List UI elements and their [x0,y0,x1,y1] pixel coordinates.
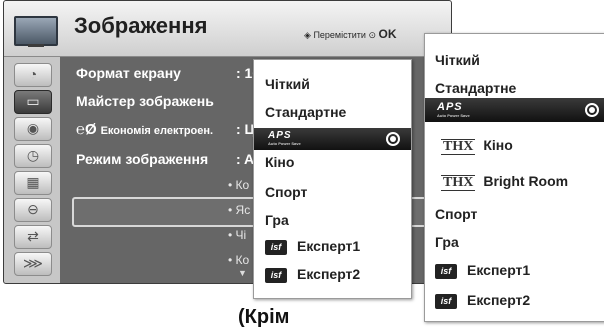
expert2-label: Експерт2 [297,266,361,282]
picture-mode-dropdown-thx: Чіткий Стандартне APS Auto Power Save THX… [424,33,604,322]
thx-mode-option-expert2[interactable]: isf Експерт2 [425,292,604,314]
thx-mode-option-expert1[interactable]: isf Експерт1 [425,262,604,284]
thx-mode-option-sport[interactable]: Спорт [425,206,604,228]
menu-header: Зображення ◈ Перемістити ⊙ OK [4,1,451,57]
energy-saving-row[interactable]: ℮Ø Економія електроен. : Ци [76,121,263,138]
radio-selected-icon [386,132,400,146]
aps-logo: APS Auto Power Save [437,101,470,118]
navigation-hint: ◈ Перемістити ⊙ OK [304,27,397,41]
mode-option-expert1[interactable]: isf Експерт1 [254,238,411,260]
lock-icon[interactable]: ⊖ [14,198,52,222]
picture-mode-row[interactable]: Режим зображення : A [76,151,254,167]
thx-expert1-label: Експерт1 [467,262,531,278]
page-title: Зображення [74,13,208,38]
thx-mode-option-game[interactable]: Гра [425,234,604,256]
sub-item-1[interactable]: • Ко [228,178,249,192]
mode-option-aps[interactable]: APS Auto Power Save [254,128,411,150]
thx-cinema-label: Кіно [483,137,513,153]
isf-logo-icon: isf [435,293,457,309]
isf-logo-icon: isf [265,267,287,283]
isf-logo-icon: isf [265,239,287,255]
mode-option-expert2[interactable]: isf Експерт2 [254,266,411,288]
screen-format-row[interactable]: Формат екрану : 16: [76,65,265,81]
picture-wizard-label: Майстер зображень [76,93,214,109]
mode-option-game[interactable]: Гра [254,212,411,234]
input-icon[interactable]: ⇄ [14,225,52,249]
thx-mode-option-aps[interactable]: APS Auto Power Save [425,98,604,122]
mode-option-sport[interactable]: Спорт [254,184,411,206]
clock-icon[interactable]: ◷ [14,144,52,168]
caption-text: (Крім [238,306,290,328]
ok-label: OK [378,27,397,41]
navigation-hint-label: Перемістити [313,30,366,40]
thx-mode-option-cinema[interactable]: THX Кіно [425,137,604,159]
sub-item-2[interactable]: • Яс [228,203,250,217]
thx-logo-icon: THX [441,175,476,191]
energy-saving-label: Економія електроен. [100,125,214,137]
tv-stand-icon [28,44,44,47]
ok-icon: ⊙ [368,30,376,40]
scroll-down-icon[interactable]: ▼ [238,268,247,278]
sub-item-4[interactable]: • Ко [228,253,249,267]
radio-selected-icon [585,103,599,117]
calendar-icon[interactable]: ▦ [14,171,52,195]
isf-logo-icon: isf [435,263,457,279]
picture-mode-label: Режим зображення [76,151,209,167]
aps-logo: APS Auto Power Save [268,130,301,146]
usb-icon[interactable]: ⋙ [14,252,52,276]
speaker-icon[interactable]: ◉ [14,117,52,141]
globe-icon[interactable]: ◔ [14,63,52,87]
thx-mode-option-bright-room[interactable]: THX Bright Room [425,173,604,195]
thx-bright-room-label: Bright Room [483,173,569,189]
thx-mode-option-vivid[interactable]: Чіткий [425,52,604,74]
picture-mode-dropdown: Чіткий Стандартне APS Auto Power Save Кін… [253,59,412,299]
expert1-label: Експерт1 [297,238,361,254]
mode-option-standard[interactable]: Стандартне [254,104,411,126]
category-sidebar: ◔ ▭ ◉ ◷ ▦ ⊖ ⇄ ⋙ [4,57,60,283]
thx-expert2-label: Експерт2 [467,292,531,308]
tv-icon [14,16,58,46]
eco-icon: ℮Ø [76,121,97,138]
picture-wizard-row[interactable]: Майстер зображень [76,93,214,109]
sub-item-3[interactable]: • Чі [228,228,246,242]
thx-logo-icon: THX [441,139,476,155]
mode-option-vivid[interactable]: Чіткий [254,76,411,98]
mode-option-cinema[interactable]: Кіно [254,154,411,176]
arrows-icon: ◈ [304,30,311,40]
picture-icon[interactable]: ▭ [14,90,52,114]
picture-mode-value: : A [236,151,255,167]
screen-format-label: Формат екрану [76,65,181,81]
